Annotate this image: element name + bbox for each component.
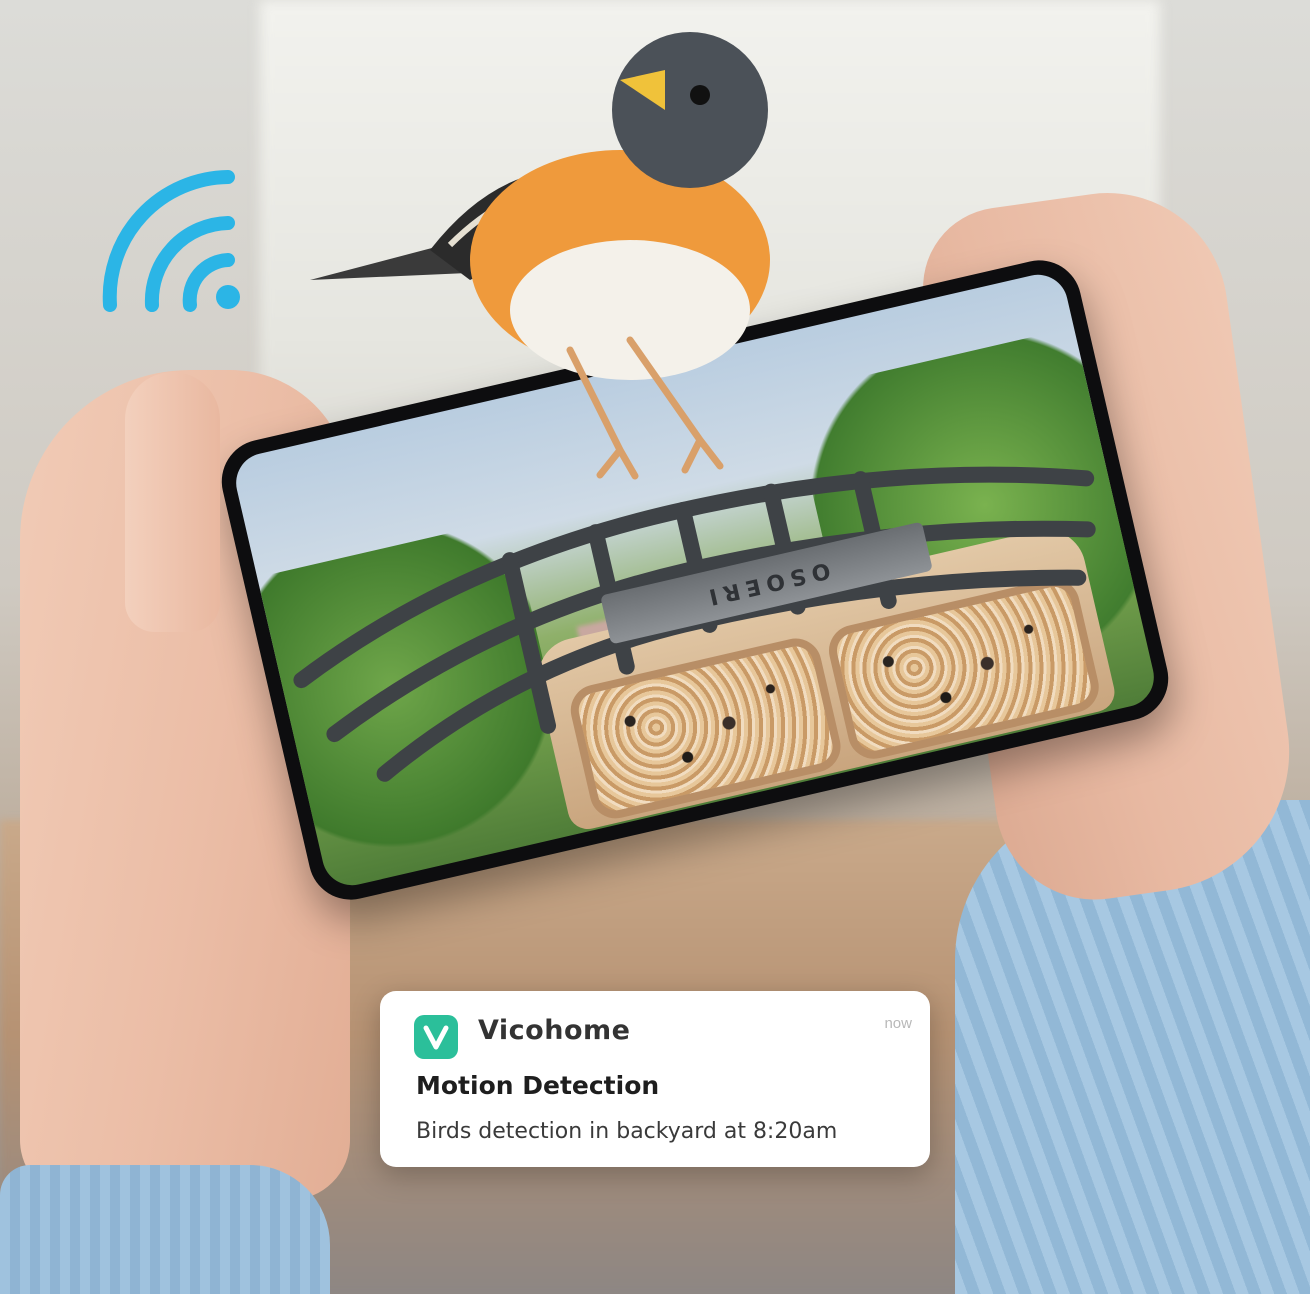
notification-title: Motion Detection xyxy=(416,1071,660,1100)
app-name: Vicohome xyxy=(478,1015,631,1046)
vicohome-logo-icon xyxy=(414,1015,458,1059)
push-notification[interactable]: Vicohome now Motion Detection Birds dete… xyxy=(380,991,930,1167)
wifi-icon xyxy=(102,170,240,312)
notification-body: Birds detection in backyard at 8:20am xyxy=(416,1119,838,1144)
bird xyxy=(310,32,770,480)
notification-time: now xyxy=(884,1015,912,1032)
left-thumb xyxy=(125,372,220,632)
left-sleeve xyxy=(0,1165,330,1294)
